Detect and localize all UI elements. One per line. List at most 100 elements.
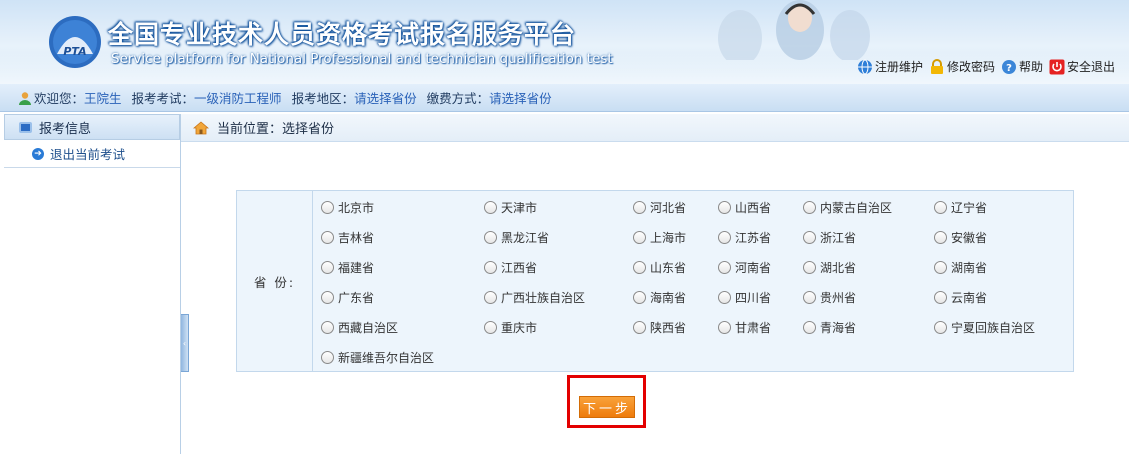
home-icon	[193, 120, 209, 134]
province-panel: 省 份: 北京市 天津市 河北省 山西省 内蒙古自治区 辽宁省 吉林省 黑龙江省 上海市 江苏省 浙…	[236, 190, 1074, 372]
province-radio[interactable]	[718, 201, 731, 214]
province-option[interactable]: 浙江省	[803, 229, 856, 246]
logout-link[interactable]: 安全退出	[1049, 58, 1115, 75]
province-option[interactable]: 广东省	[321, 289, 374, 306]
province-option[interactable]: 江西省	[484, 259, 537, 276]
change-password-label: 修改密码	[946, 60, 995, 74]
province-radio[interactable]	[633, 261, 646, 274]
province-radio[interactable]	[321, 231, 334, 244]
province-option[interactable]: 青海省	[803, 319, 856, 336]
province-option[interactable]: 北京市	[321, 199, 374, 216]
province-name: 江西省	[501, 261, 538, 275]
province-option[interactable]: 江苏省	[718, 229, 771, 246]
province-option[interactable]: 内蒙古自治区	[803, 199, 892, 216]
province-radio[interactable]	[934, 261, 947, 274]
province-option[interactable]: 云南省	[934, 289, 987, 306]
exam-label: 报考考试：	[131, 91, 195, 106]
logo-text: PTA	[63, 45, 86, 58]
payment-label: 缴费方式：	[426, 91, 490, 106]
sidebar-item-exit-exam[interactable]: ➔ 退出当前考试	[4, 140, 180, 168]
province-radio[interactable]	[803, 261, 816, 274]
power-icon	[1049, 59, 1065, 74]
province-radio[interactable]	[484, 291, 497, 304]
province-option[interactable]: 黑龙江省	[484, 229, 549, 246]
province-radio[interactable]	[633, 231, 646, 244]
province-option[interactable]: 河南省	[718, 259, 771, 276]
province-option[interactable]: 宁夏回族自治区	[934, 319, 1035, 336]
breadcrumb: 当前位置：选择省份	[181, 114, 1129, 142]
province-radio[interactable]	[934, 231, 947, 244]
province-name: 北京市	[338, 201, 375, 215]
province-radio[interactable]	[321, 351, 334, 364]
province-option[interactable]: 新疆维吾尔自治区	[321, 349, 434, 366]
province-option[interactable]: 吉林省	[321, 229, 374, 246]
province-radio[interactable]	[718, 291, 731, 304]
province-option[interactable]: 山东省	[633, 259, 686, 276]
province-radio[interactable]	[633, 291, 646, 304]
province-radio[interactable]	[321, 261, 334, 274]
province-name: 广东省	[338, 291, 375, 305]
province-option[interactable]: 上海市	[633, 229, 686, 246]
province-name: 云南省	[951, 291, 988, 305]
province-option[interactable]: 陕西省	[633, 319, 686, 336]
province-option[interactable]: 甘肃省	[718, 319, 771, 336]
province-radio[interactable]	[934, 321, 947, 334]
province-name: 西藏自治区	[338, 321, 399, 335]
province-radio[interactable]	[633, 321, 646, 334]
province-radio[interactable]	[803, 321, 816, 334]
province-option[interactable]: 安徽省	[934, 229, 987, 246]
help-icon: ?	[1001, 59, 1016, 74]
province-radio[interactable]	[718, 321, 731, 334]
province-name: 湖南省	[951, 261, 988, 275]
province-option[interactable]: 贵州省	[803, 289, 856, 306]
site-header: PTA 全国专业技术人员资格考试报名服务平台 Service platform …	[0, 0, 1129, 84]
province-radio[interactable]	[934, 291, 947, 304]
province-name: 福建省	[338, 261, 375, 275]
help-link[interactable]: ? 帮助	[1001, 58, 1043, 75]
province-option[interactable]: 河北省	[633, 199, 686, 216]
province-option[interactable]: 山西省	[718, 199, 771, 216]
province-radio[interactable]	[803, 291, 816, 304]
province-option[interactable]: 福建省	[321, 259, 374, 276]
register-maintain-link[interactable]: 注册维护	[857, 58, 923, 75]
province-option[interactable]: 天津市	[484, 199, 537, 216]
province-radio[interactable]	[321, 321, 334, 334]
lock-icon	[930, 58, 943, 74]
province-option[interactable]: 西藏自治区	[321, 319, 398, 336]
province-name: 重庆市	[501, 321, 538, 335]
sidebar-collapse-handle[interactable]: ‹	[181, 314, 189, 372]
province-radio[interactable]	[718, 231, 731, 244]
province-radio[interactable]	[934, 201, 947, 214]
province-radio[interactable]	[484, 261, 497, 274]
province-option[interactable]: 广西壮族自治区	[484, 289, 585, 306]
breadcrumb-text: 当前位置：选择省份	[217, 122, 335, 137]
next-step-button[interactable]: 下一步	[579, 396, 635, 418]
province-radio[interactable]	[803, 231, 816, 244]
province-name: 内蒙古自治区	[820, 201, 893, 215]
province-name: 浙江省	[820, 231, 857, 245]
province-name: 天津市	[501, 201, 538, 215]
province-name: 河北省	[650, 201, 687, 215]
province-radio[interactable]	[718, 261, 731, 274]
province-option[interactable]: 重庆市	[484, 319, 537, 336]
province-radio[interactable]	[484, 201, 497, 214]
sidebar-heading[interactable]: 报考信息	[4, 114, 180, 140]
sidebar-item-label: 退出当前考试	[50, 147, 126, 162]
province-option[interactable]: 海南省	[633, 289, 686, 306]
province-name: 辽宁省	[951, 201, 988, 215]
province-radio[interactable]	[633, 201, 646, 214]
province-option[interactable]: 湖北省	[803, 259, 856, 276]
province-option[interactable]: 辽宁省	[934, 199, 987, 216]
province-radio[interactable]	[484, 321, 497, 334]
user-name: 王院生	[84, 91, 122, 106]
change-password-link[interactable]: 修改密码	[929, 58, 995, 75]
province-radio[interactable]	[321, 201, 334, 214]
province-radio[interactable]	[484, 231, 497, 244]
province-option[interactable]: 湖南省	[934, 259, 987, 276]
province-name: 青海省	[820, 321, 857, 335]
province-option[interactable]: 四川省	[718, 289, 771, 306]
user-icon	[19, 91, 31, 105]
province-radio[interactable]	[803, 201, 816, 214]
province-radio[interactable]	[321, 291, 334, 304]
province-name: 四川省	[735, 291, 772, 305]
